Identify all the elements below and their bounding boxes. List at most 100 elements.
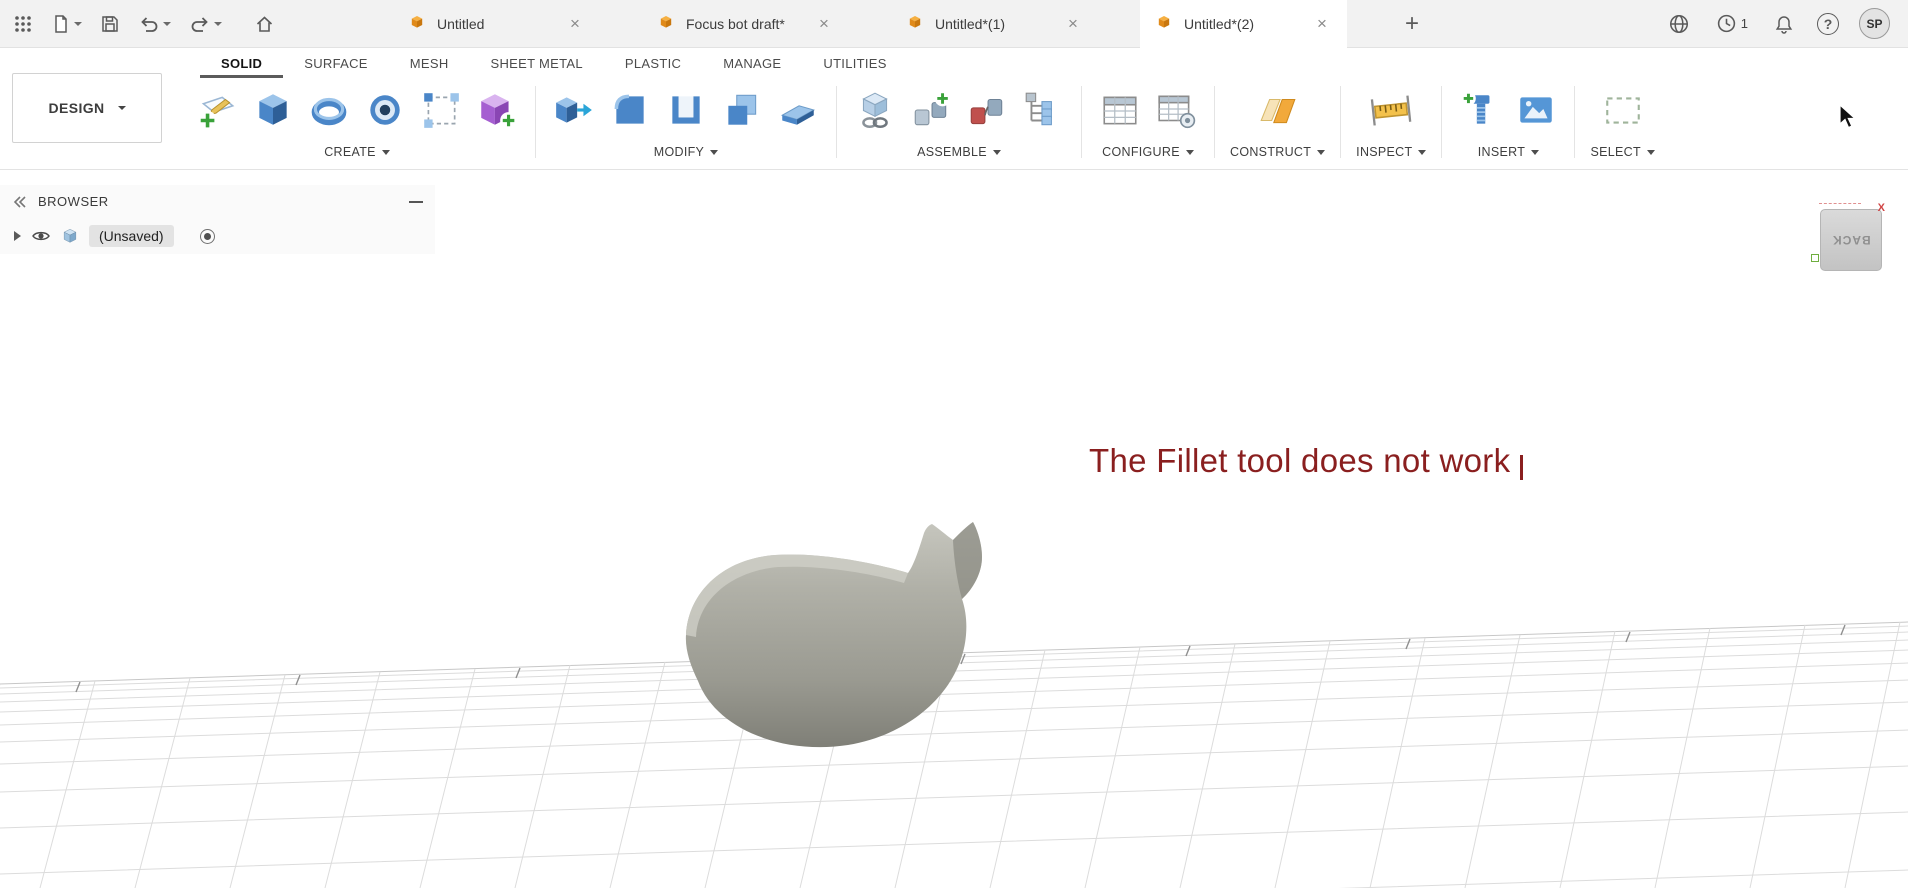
press-pull-icon [556, 97, 592, 123]
expand-node-icon[interactable] [14, 231, 21, 241]
insert-design-button[interactable] [1457, 87, 1503, 133]
offset-face-button[interactable] [775, 87, 821, 133]
tab-label: Untitled*(2) [1184, 15, 1255, 32]
tab-solid[interactable]: SOLID [200, 50, 283, 78]
group-divider [535, 86, 536, 158]
x-axis-label: X [1877, 202, 1885, 214]
document-cube-icon [409, 14, 425, 33]
tab-label: Untitled [437, 15, 485, 32]
as-built-joint-icon [970, 98, 1003, 125]
shell-button[interactable] [663, 87, 709, 133]
group-divider [1574, 86, 1576, 158]
tab-plastic[interactable]: PLASTIC [604, 50, 702, 78]
home-icon[interactable] [251, 7, 278, 41]
configure-dropdown[interactable]: CONFIGURE [1102, 140, 1194, 159]
hole-button[interactable] [362, 87, 408, 133]
select-button[interactable] [1600, 87, 1646, 133]
chevron-down-icon [1185, 149, 1194, 155]
toolbar-group-create: CREATE [182, 78, 532, 170]
apps-grid-icon[interactable] [10, 7, 36, 41]
fillet-icon [614, 94, 644, 124]
tab-close-icon[interactable] [566, 15, 584, 32]
extensions-globe-icon[interactable] [1665, 7, 1693, 41]
tab-surface[interactable]: SURFACE [283, 50, 389, 78]
viewport-canvas[interactable]: The Fillet tool does not work BACK X BRO… [0, 170, 1908, 888]
top-bar: Untitled Focus bot draft* [0, 0, 1908, 48]
group-divider [836, 86, 837, 158]
y-axis-marker [1811, 254, 1819, 262]
measure-button[interactable] [1368, 87, 1414, 133]
tab-close-icon[interactable] [815, 15, 833, 32]
extrude-button[interactable] [250, 87, 296, 133]
undo-icon[interactable] [135, 7, 174, 41]
tab-utilities[interactable]: UTILITIES [802, 50, 907, 78]
press-pull-button[interactable] [551, 87, 597, 133]
avatar[interactable]: SP [1859, 8, 1890, 39]
insert-canvas-button[interactable] [1513, 87, 1559, 133]
joint-button[interactable] [908, 87, 954, 133]
fillet-button[interactable] [607, 87, 653, 133]
file-menu-icon[interactable] [48, 7, 85, 41]
whale-model[interactable] [670, 515, 1000, 760]
select-dropdown[interactable]: SELECT [1590, 140, 1655, 159]
redo-icon[interactable] [186, 7, 225, 41]
create-dropdown[interactable]: CREATE [324, 140, 390, 159]
chevron-down-icon [1646, 149, 1655, 155]
tab-manage[interactable]: MANAGE [702, 50, 802, 78]
create-form-button[interactable] [474, 87, 520, 133]
x-axis-line [1819, 203, 1861, 204]
tab-mesh[interactable]: MESH [389, 50, 470, 78]
insert-dropdown[interactable]: INSERT [1478, 140, 1540, 159]
assemble-dropdown[interactable]: ASSEMBLE [917, 140, 1001, 159]
help-icon[interactable] [1817, 12, 1839, 35]
notifications-bell-icon[interactable] [1771, 7, 1797, 41]
document-tab-focus-bot-draft[interactable]: Focus bot draft* [642, 0, 849, 48]
save-icon[interactable] [97, 7, 123, 41]
as-built-joint-button[interactable] [964, 87, 1010, 133]
construct-dropdown[interactable]: CONSTRUCT [1230, 140, 1326, 159]
configure-icon [1103, 96, 1137, 125]
group-divider [1340, 86, 1342, 158]
select-box-icon [1605, 97, 1640, 124]
browser-root-item[interactable]: (Unsaved) [0, 218, 435, 254]
toolbar-group-configure: CONFIGURE [1085, 78, 1211, 170]
new-component-button[interactable] [852, 87, 898, 133]
modify-dropdown[interactable]: MODIFY [654, 140, 719, 159]
ribbon-tab-bar: SOLID SURFACE MESH SHEET METAL PLASTIC M… [0, 48, 1908, 78]
configuration-table-button[interactable] [1153, 87, 1199, 133]
new-component-icon [862, 92, 888, 129]
component-tree-button[interactable] [1020, 87, 1066, 133]
job-status-clock-icon[interactable]: 1 [1713, 7, 1751, 41]
document-tab-untitled[interactable]: Untitled [393, 0, 600, 48]
construct-plane-button[interactable] [1255, 87, 1301, 133]
minimize-browser-icon[interactable] [409, 200, 423, 203]
view-cube[interactable]: BACK X [1811, 202, 1885, 271]
create-sketch-icon [198, 96, 235, 130]
activate-component-radio[interactable] [199, 228, 215, 244]
annotation-text: The Fillet tool does not work [1089, 442, 1511, 479]
text-cursor [1520, 455, 1524, 480]
collapse-panel-icon[interactable] [12, 194, 28, 210]
revolve-button[interactable] [306, 87, 352, 133]
inspect-dropdown[interactable]: INSPECT [1356, 140, 1427, 159]
workspace-selector-button[interactable]: DESIGN [12, 73, 162, 143]
create-sketch-button[interactable] [194, 87, 240, 133]
browser-header: BROWSER [0, 185, 435, 218]
document-cube-icon [907, 14, 923, 33]
document-tab-untitled-1[interactable]: Untitled*(1) [891, 0, 1098, 48]
pattern-button[interactable] [418, 87, 464, 133]
document-cube-icon [1156, 14, 1172, 33]
tab-close-icon[interactable] [1064, 15, 1082, 32]
shell-icon [672, 96, 700, 124]
document-name-label[interactable]: (Unsaved) [89, 225, 174, 247]
document-tab-bar: Untitled Focus bot draft* [393, 0, 1435, 48]
tab-close-icon[interactable] [1313, 15, 1331, 32]
document-tab-untitled-2-active[interactable]: Untitled*(2) [1140, 0, 1347, 48]
configure-button[interactable] [1097, 87, 1143, 133]
visibility-eye-icon[interactable] [31, 226, 51, 246]
tab-sheet-metal[interactable]: SHEET METAL [470, 50, 604, 78]
sketch-text-annotation[interactable]: The Fillet tool does not work [1089, 442, 1524, 480]
combine-button[interactable] [719, 87, 765, 133]
fusion-360-window: Untitled Focus bot draft* [0, 0, 1908, 888]
new-tab-button[interactable] [1389, 0, 1435, 48]
